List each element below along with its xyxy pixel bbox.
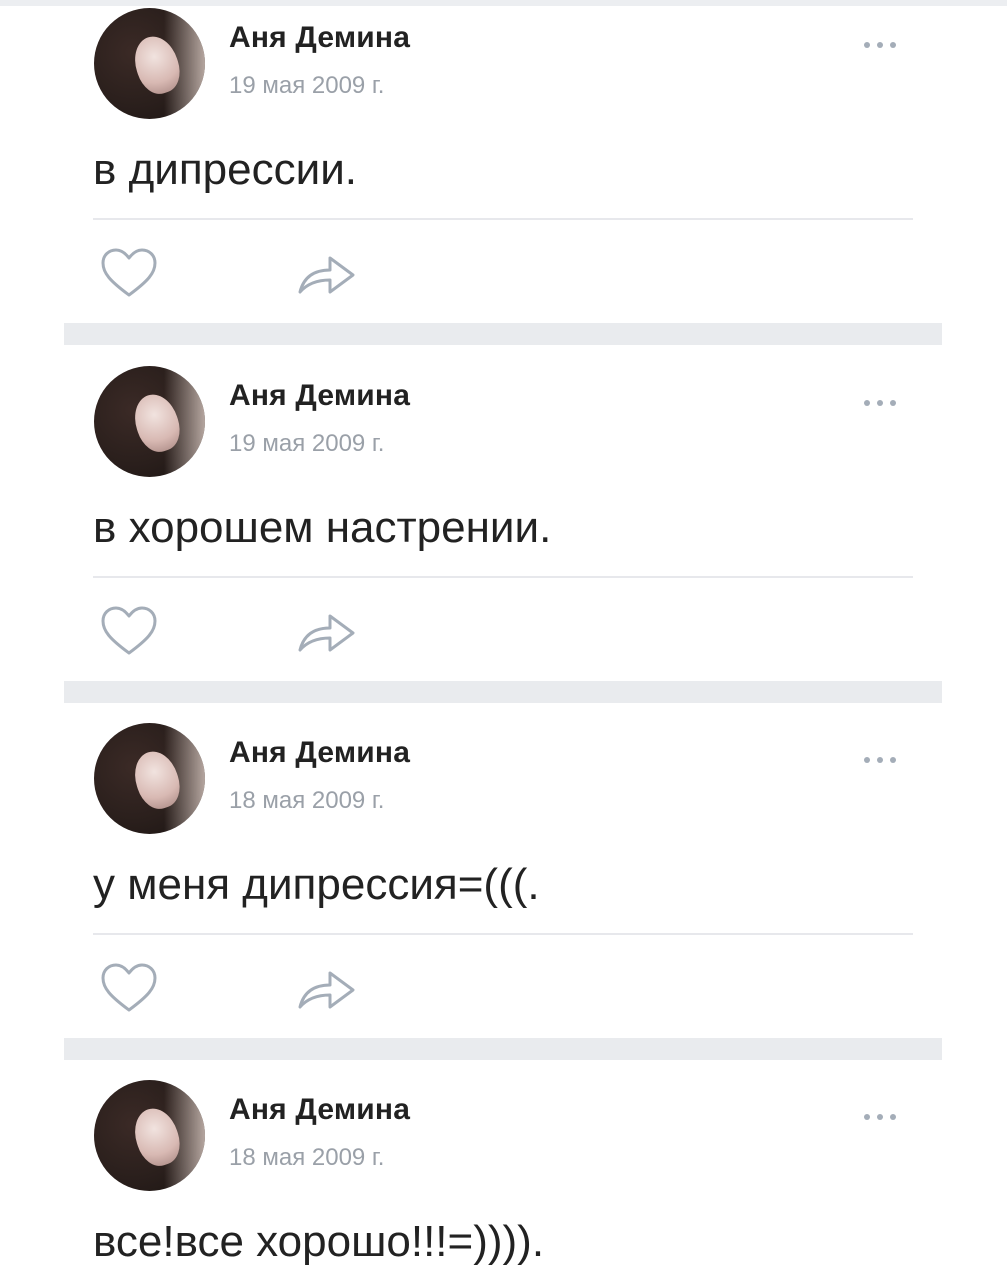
divider xyxy=(93,933,913,935)
heart-icon[interactable] xyxy=(100,248,158,300)
heart-icon[interactable] xyxy=(100,963,158,1015)
share-arrow-icon[interactable] xyxy=(297,606,357,658)
author-name[interactable]: Аня Демина xyxy=(229,379,410,413)
heart-icon[interactable] xyxy=(100,606,158,658)
post-date[interactable]: 19 мая 2009 г. xyxy=(229,430,384,458)
post-text: в хорошем настрении. xyxy=(93,503,552,552)
post-separator xyxy=(64,323,942,345)
share-arrow-icon[interactable] xyxy=(297,248,357,300)
post-separator xyxy=(64,681,942,703)
post-text: в дипрессии. xyxy=(93,145,357,194)
post-date[interactable]: 18 мая 2009 г. xyxy=(229,1144,384,1172)
post-text: у меня дипрессия=(((. xyxy=(93,860,540,909)
post-date[interactable]: 19 мая 2009 г. xyxy=(229,72,384,100)
author-name[interactable]: Аня Демина xyxy=(229,1093,410,1127)
avatar[interactable] xyxy=(94,366,205,477)
divider xyxy=(93,576,913,578)
wall-post: Аня Демина 18 мая 2009 г. все!все хорошо… xyxy=(0,1072,1007,1280)
more-dots-icon[interactable] xyxy=(860,755,904,765)
more-dots-icon[interactable] xyxy=(860,398,904,408)
divider xyxy=(93,218,913,220)
more-dots-icon[interactable] xyxy=(860,40,904,50)
avatar[interactable] xyxy=(94,8,205,119)
author-name[interactable]: Аня Демина xyxy=(229,736,410,770)
avatar[interactable] xyxy=(94,1080,205,1191)
avatar[interactable] xyxy=(94,723,205,834)
post-text: все!все хорошо!!!=)))). xyxy=(93,1217,545,1266)
author-name[interactable]: Аня Демина xyxy=(229,21,410,55)
post-date[interactable]: 18 мая 2009 г. xyxy=(229,787,384,815)
wall-post: Аня Демина 18 мая 2009 г. у меня дипресс… xyxy=(0,715,1007,1060)
post-separator xyxy=(64,1038,942,1060)
share-arrow-icon[interactable] xyxy=(297,963,357,1015)
wall-post: Аня Демина 19 мая 2009 г. в дипрессии. xyxy=(0,0,1007,345)
more-dots-icon[interactable] xyxy=(860,1112,904,1122)
wall-post: Аня Демина 19 мая 2009 г. в хорошем наст… xyxy=(0,358,1007,703)
